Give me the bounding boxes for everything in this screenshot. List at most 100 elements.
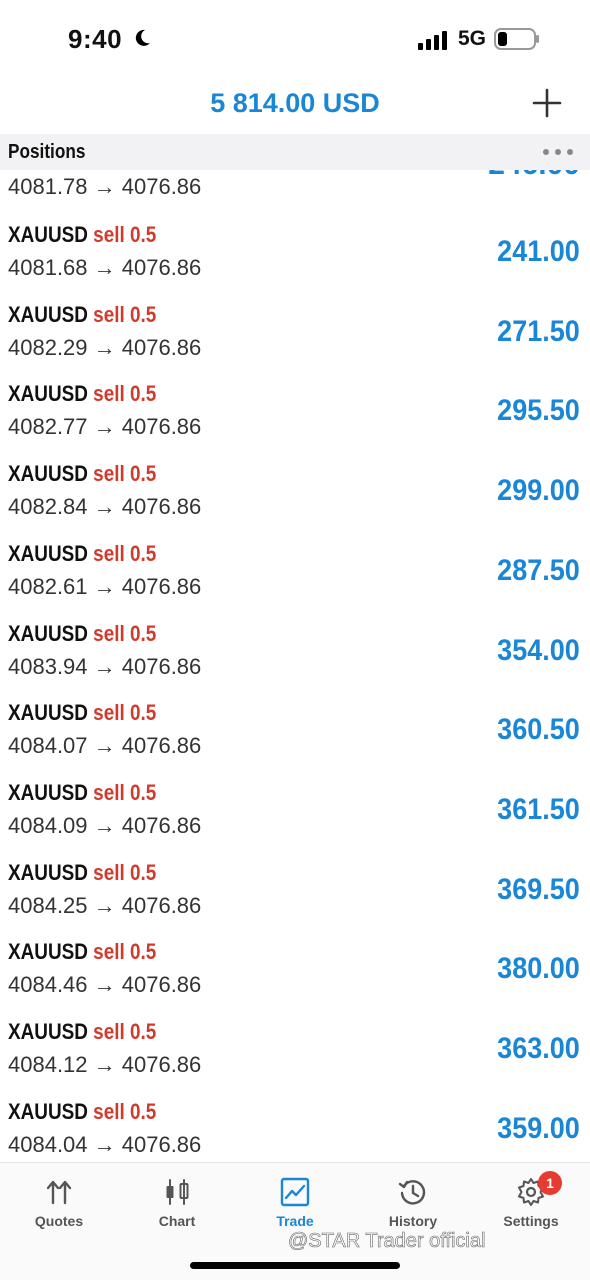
- position-symbol: XAUUSD: [8, 859, 88, 885]
- network-label: 5G: [458, 27, 487, 50]
- position-profit: 380.00: [497, 952, 580, 986]
- position-price: 4082.29 → 4076.86: [8, 334, 202, 360]
- watermark: @STAR Trader official: [288, 1230, 486, 1253]
- table-row[interactable]: XAUUSD sell 0.5 4084.04 → 4076.86 359.00: [0, 1095, 590, 1162]
- position-profit: 363.00: [497, 1032, 580, 1065]
- position-price: 4084.04 → 4076.86: [8, 1131, 202, 1157]
- table-row[interactable]: XAUUSD sell 0.5 4082.84 → 4076.86 299.00: [0, 457, 590, 537]
- tab-label: Quotes: [34, 1213, 84, 1229]
- table-row[interactable]: XAUUSD sell 0.5 4083.94 → 4076.86 354.00: [0, 617, 590, 697]
- table-row[interactable]: XAUUSD sell 0.5 4082.29 → 4076.86 271.50: [0, 298, 590, 378]
- position-price: 4084.46 → 4076.86: [8, 972, 202, 998]
- position-symbol: XAUUSD: [8, 620, 88, 646]
- position-price: 4082.61 → 4076.86: [8, 573, 202, 599]
- header: 5 814.00 USD: [0, 80, 590, 134]
- status-bar: 9:40 5G: [0, 0, 590, 80]
- tab-settings[interactable]: 1 Settings: [472, 1171, 590, 1237]
- table-row[interactable]: XAUUSD sell 0.5 4082.77 → 4076.86 295.50: [0, 377, 590, 457]
- tab-quotes[interactable]: Quotes: [0, 1177, 118, 1237]
- position-price: 4083.94 → 4076.86: [8, 653, 202, 679]
- history-clock-icon: [398, 1180, 426, 1205]
- moon-icon: [135, 29, 150, 46]
- list-item-partial[interactable]: 4081.78 → 4076.86 246.00: [0, 170, 590, 210]
- position-title: XAUUSD sell 0.5: [8, 1019, 156, 1045]
- position-profit: 361.50: [497, 792, 580, 826]
- table-row[interactable]: XAUUSD sell 0.5 4082.61 → 4076.86 287.50: [0, 537, 590, 617]
- tab-label: Settings: [503, 1213, 559, 1229]
- status-time: 9:40: [68, 24, 123, 54]
- table-row[interactable]: XAUUSD sell 0.5 4084.25 → 4076.86 369.50: [0, 856, 590, 936]
- table-row[interactable]: XAUUSD sell 0.5 4081.68 → 4076.86 241.00: [0, 218, 590, 298]
- table-row[interactable]: XAUUSD sell 0.5 4084.12 → 4076.86 363.00: [0, 1015, 590, 1095]
- position-side: sell 0.5: [93, 1019, 157, 1044]
- signal-icon: [418, 31, 447, 50]
- position-title: XAUUSD sell 0.5: [8, 461, 156, 487]
- position-price: 4081.68 → 4076.86: [8, 255, 202, 280]
- table-row[interactable]: XAUUSD sell 0.5 4084.46 → 4076.86 380.00: [0, 935, 590, 1015]
- table-row[interactable]: XAUUSD sell 0.5 4084.09 → 4076.86 361.50: [0, 776, 590, 856]
- ellipsis-icon[interactable]: [542, 148, 574, 156]
- position-profit: 369.50: [497, 872, 580, 906]
- position-profit: 299.00: [497, 474, 580, 508]
- home-indicator: [190, 1262, 400, 1269]
- position-symbol: XAUUSD: [8, 540, 88, 566]
- position-price: 4084.12 → 4076.86: [8, 1052, 202, 1077]
- position-title: XAUUSD sell 0.5: [8, 700, 156, 726]
- trade-line-chart-icon: [280, 1177, 310, 1207]
- position-price: 4084.07 → 4076.86: [8, 733, 202, 759]
- plus-icon[interactable]: [532, 88, 562, 118]
- position-symbol: XAUUSD: [8, 461, 88, 487]
- position-symbol: XAUUSD: [8, 222, 88, 247]
- tab-history[interactable]: History: [354, 1177, 472, 1237]
- position-title: XAUUSD sell 0.5: [8, 541, 156, 567]
- position-symbol: XAUUSD: [8, 779, 88, 805]
- position-profit: 354.00: [497, 633, 580, 667]
- position-side: sell 0.5: [93, 939, 157, 965]
- notification-badge: 1: [538, 1171, 562, 1195]
- position-symbol: XAUUSD: [8, 301, 88, 327]
- position-profit: 359.00: [497, 1111, 580, 1145]
- position-title: XAUUSD sell 0.5: [8, 939, 156, 965]
- position-symbol: XAUUSD: [8, 1019, 88, 1044]
- position-price: 4082.77 → 4076.86: [8, 414, 202, 440]
- account-balance[interactable]: 5 814.00 USD: [0, 88, 590, 119]
- position-side: sell 0.5: [93, 620, 157, 646]
- battery-icon: [494, 28, 539, 50]
- position-symbol: XAUUSD: [8, 939, 88, 965]
- position-side: sell 0.5: [93, 222, 157, 247]
- table-row[interactable]: XAUUSD sell 0.5 4084.07 → 4076.86 360.50: [0, 696, 590, 776]
- tab-trade[interactable]: Trade: [236, 1177, 354, 1237]
- quotes-arrows-icon: [46, 1180, 72, 1205]
- position-symbol: XAUUSD: [8, 700, 88, 726]
- position-price: 4084.09 → 4076.86: [8, 812, 202, 838]
- position-title: XAUUSD sell 0.5: [8, 780, 156, 806]
- section-title: Positions: [8, 141, 86, 163]
- position-title: XAUUSD sell 0.5: [8, 860, 156, 886]
- candlestick-chart-icon: [166, 1179, 189, 1205]
- position-symbol: XAUUSD: [8, 1098, 88, 1124]
- position-side: sell 0.5: [93, 1098, 157, 1124]
- position-price: 4084.25 → 4076.86: [8, 892, 202, 918]
- position-side: sell 0.5: [93, 301, 157, 327]
- position-side: sell 0.5: [93, 779, 157, 805]
- tab-chart[interactable]: Chart: [118, 1177, 236, 1237]
- position-side: sell 0.5: [93, 859, 157, 885]
- position-profit: 287.50: [497, 553, 580, 587]
- tab-label: Chart: [158, 1213, 196, 1229]
- position-price: 4082.84 → 4076.86: [8, 494, 202, 520]
- tab-label: Trade: [276, 1213, 314, 1229]
- position-symbol: XAUUSD: [8, 381, 88, 407]
- position-profit: 360.50: [497, 713, 580, 747]
- position-profit: 271.50: [497, 314, 580, 348]
- position-title: XAUUSD sell 0.5: [8, 621, 156, 647]
- position-title: XAUUSD sell 0.5: [8, 1099, 156, 1125]
- positions-list[interactable]: 4081.78 → 4076.86 246.00 XAUUSD sell 0.5…: [0, 170, 590, 1162]
- position-title: XAUUSD sell 0.5: [8, 302, 156, 328]
- position-side: sell 0.5: [93, 540, 157, 566]
- positions-section-header: Positions: [0, 134, 590, 170]
- position-profit: 241.00: [497, 235, 580, 268]
- position-side: sell 0.5: [93, 461, 157, 487]
- position-profit: 295.50: [497, 394, 580, 428]
- position-side: sell 0.5: [93, 381, 157, 407]
- position-title: XAUUSD sell 0.5: [8, 381, 156, 407]
